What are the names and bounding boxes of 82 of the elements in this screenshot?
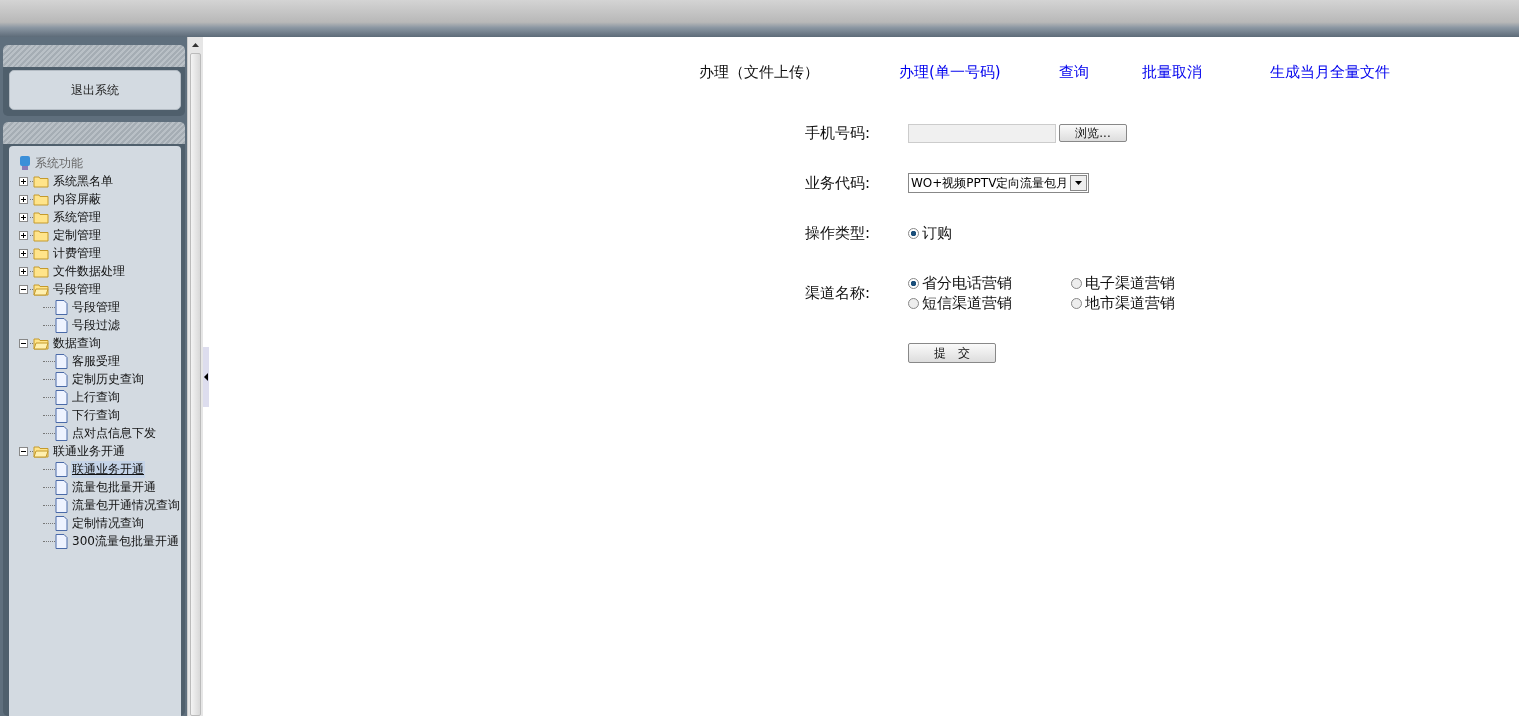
tree-item[interactable]: 联通业务开通: [71, 460, 145, 478]
tree-item[interactable]: 300流量包批量开通: [71, 532, 180, 550]
dropdown-caret-icon: [1075, 181, 1083, 185]
document-icon: [55, 389, 68, 405]
folder-icon: [33, 174, 49, 188]
document-icon: [55, 353, 68, 369]
tree-folder[interactable]: 系统管理: [52, 208, 102, 226]
tree-folder[interactable]: 号段管理: [52, 280, 102, 298]
radio-button[interactable]: [1071, 297, 1082, 309]
tab[interactable]: 生成当月全量文件: [1269, 63, 1390, 82]
file-path-field[interactable]: [908, 123, 1056, 143]
tree-folder[interactable]: 文件数据处理: [52, 262, 126, 280]
folder-icon: [33, 228, 49, 242]
expand-icon[interactable]: [19, 248, 28, 258]
radio-option[interactable]: 省分电话营销: [908, 274, 1071, 292]
collapse-icon[interactable]: [19, 446, 28, 456]
expand-icon[interactable]: [19, 230, 28, 240]
document-icon: [55, 479, 68, 495]
tree-item[interactable]: 流量包开通情况查询: [71, 496, 181, 514]
scroll-up-icon[interactable]: [192, 43, 199, 47]
radio-button[interactable]: [1071, 277, 1082, 289]
expand-icon[interactable]: [19, 212, 28, 222]
radio-option[interactable]: 地市渠道营销: [1071, 294, 1175, 312]
radio-button[interactable]: [908, 297, 919, 309]
document-icon: [55, 371, 68, 387]
open-folder-icon: [33, 336, 49, 350]
tree-folder[interactable]: 定制管理: [52, 226, 102, 244]
document-icon: [55, 407, 68, 423]
open-folder-icon: [33, 282, 49, 296]
radio-button[interactable]: [908, 227, 919, 239]
tree-item[interactable]: 点对点信息下发: [71, 424, 157, 442]
tree-item[interactable]: 号段管理: [71, 298, 121, 316]
expand-icon[interactable]: [19, 194, 28, 204]
tree-folder[interactable]: 数据查询: [52, 334, 102, 352]
field-label: 手机号码:: [805, 123, 872, 143]
document-icon: [55, 461, 68, 477]
document-icon: [55, 299, 68, 315]
expand-icon[interactable]: [19, 176, 28, 186]
tree-folder[interactable]: 计费管理: [52, 244, 102, 262]
computer-icon: [19, 155, 31, 171]
tree-folder[interactable]: 系统黑名单: [52, 172, 114, 190]
field-label: 操作类型:: [805, 223, 872, 243]
document-icon: [55, 533, 68, 549]
scrollbar[interactable]: [187, 37, 203, 716]
splitter-handle[interactable]: [203, 346, 209, 407]
tree-item[interactable]: 流量包批量开通: [71, 478, 157, 496]
tree-item[interactable]: 号段过滤: [71, 316, 121, 334]
browse-button[interactable]: 浏览...: [1059, 124, 1127, 142]
tab[interactable]: 办理（文件上传）: [699, 63, 819, 82]
service-code-dropdown[interactable]: WO+视频PPTV定向流量包月: [908, 173, 1090, 193]
tree-folder[interactable]: 内容屏蔽: [52, 190, 102, 208]
document-icon: [55, 425, 68, 441]
document-icon: [55, 497, 68, 513]
tab[interactable]: 批量取消: [1141, 63, 1202, 82]
document-icon: [55, 317, 68, 333]
collapse-icon[interactable]: [19, 338, 28, 348]
logout-button[interactable]: 退出系统: [9, 70, 181, 110]
folder-icon: [33, 210, 49, 224]
tree-item[interactable]: 定制情况查询: [71, 514, 145, 532]
open-folder-icon: [33, 444, 49, 458]
expand-icon[interactable]: [19, 266, 28, 276]
left-triangle-icon: [204, 372, 208, 381]
folder-icon: [33, 192, 49, 206]
tree-item[interactable]: 下行查询: [71, 406, 121, 424]
radio-button[interactable]: [908, 277, 919, 289]
document-icon: [55, 515, 68, 531]
tree-root-label[interactable]: 系统功能: [34, 154, 84, 172]
tree-folder[interactable]: 联通业务开通: [52, 442, 126, 460]
folder-icon: [33, 264, 49, 278]
tree-item[interactable]: 上行查询: [71, 388, 121, 406]
field-label: 业务代码:: [805, 173, 872, 193]
radio-option[interactable]: 电子渠道营销: [1071, 274, 1175, 292]
tree-item[interactable]: 定制历史查询: [71, 370, 145, 388]
collapse-icon[interactable]: [19, 284, 28, 294]
radio-option[interactable]: 短信渠道营销: [908, 294, 1071, 312]
tree-item[interactable]: 客服受理: [71, 352, 121, 370]
submit-button[interactable]: 提 交: [908, 343, 996, 363]
folder-icon: [33, 246, 49, 260]
field-label: 渠道名称:: [805, 283, 872, 303]
tab[interactable]: 查询: [1058, 63, 1089, 82]
radio-option[interactable]: 订购: [908, 224, 1071, 242]
tab[interactable]: 办理(单一号码): [899, 63, 1001, 82]
